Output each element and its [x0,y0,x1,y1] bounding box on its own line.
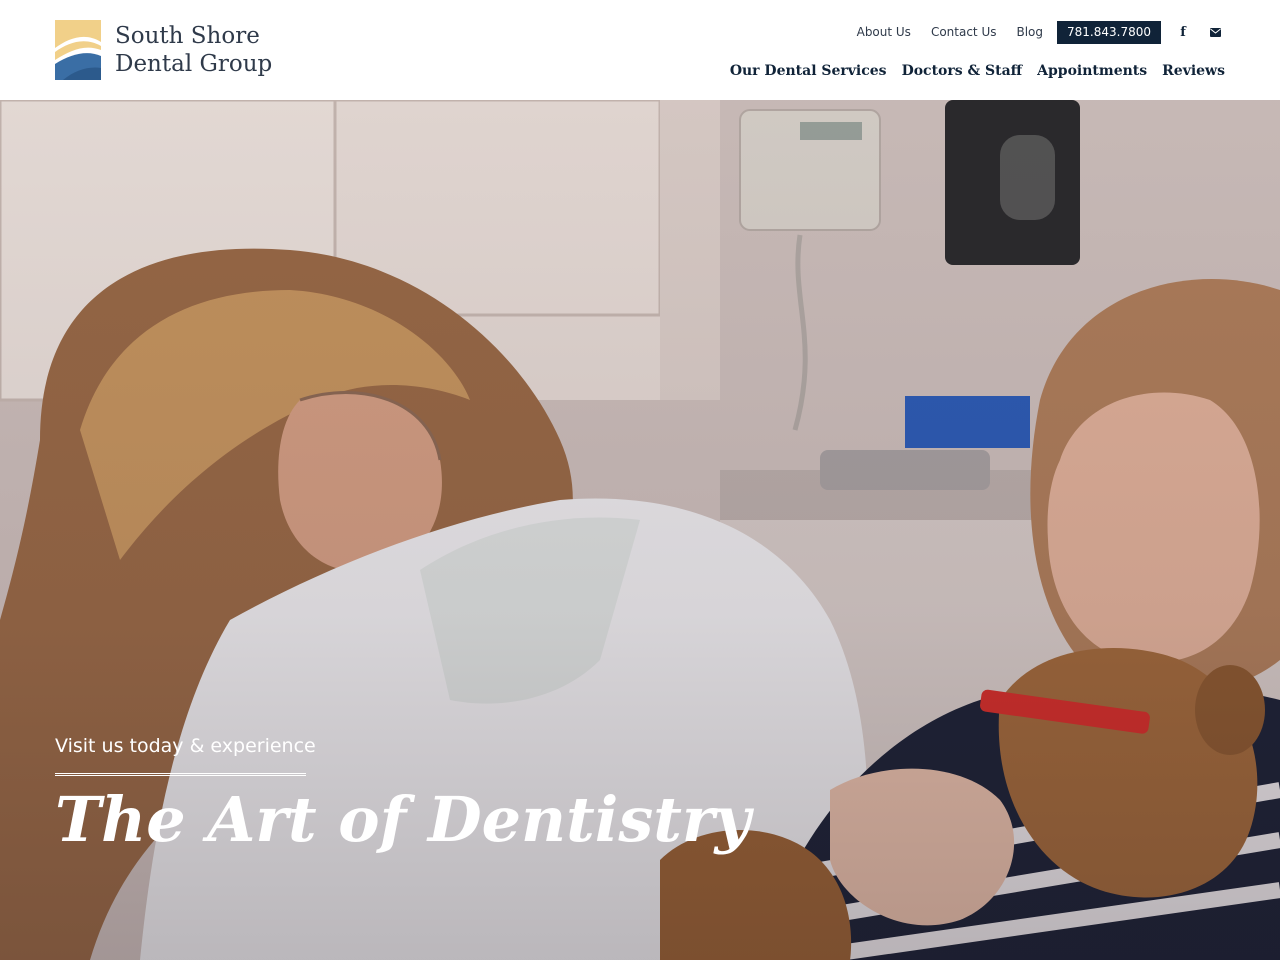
envelope-icon [1209,28,1221,37]
nav-our-dental-services[interactable]: Our Dental Services [730,60,887,82]
email-icon[interactable] [1205,21,1225,44]
main-nav: Our Dental Services Doctors & Staff Appo… [715,60,1225,82]
nav-appointments[interactable]: Appointments [1037,60,1147,82]
logo-wave-icon [55,20,101,80]
hero-banner: Visit us today & experience The Art of D… [0,100,1280,960]
nav-reviews[interactable]: Reviews [1162,60,1225,82]
site-logo[interactable]: South Shore Dental Group [55,20,272,80]
hero-divider [55,773,306,776]
hero-title: The Art of Dentistry [55,783,751,856]
blog-link[interactable]: Blog [1016,21,1043,44]
facebook-icon[interactable]: f [1173,21,1193,44]
phone-button[interactable]: 781.843.7800 [1057,21,1161,44]
site-header: South Shore Dental Group About Us Contac… [0,0,1280,100]
about-us-link[interactable]: About Us [857,21,911,44]
logo-line-2: Dental Group [115,51,273,77]
logo-wordmark: South Shore Dental Group [115,22,272,78]
hero-kicker: Visit us today & experience [55,735,316,757]
contact-us-link[interactable]: Contact Us [931,21,997,44]
utility-nav: About Us Contact Us Blog 781.843.7800 f [837,21,1225,44]
nav-doctors-staff[interactable]: Doctors & Staff [902,60,1023,82]
logo-line-1: South Shore [115,23,260,49]
